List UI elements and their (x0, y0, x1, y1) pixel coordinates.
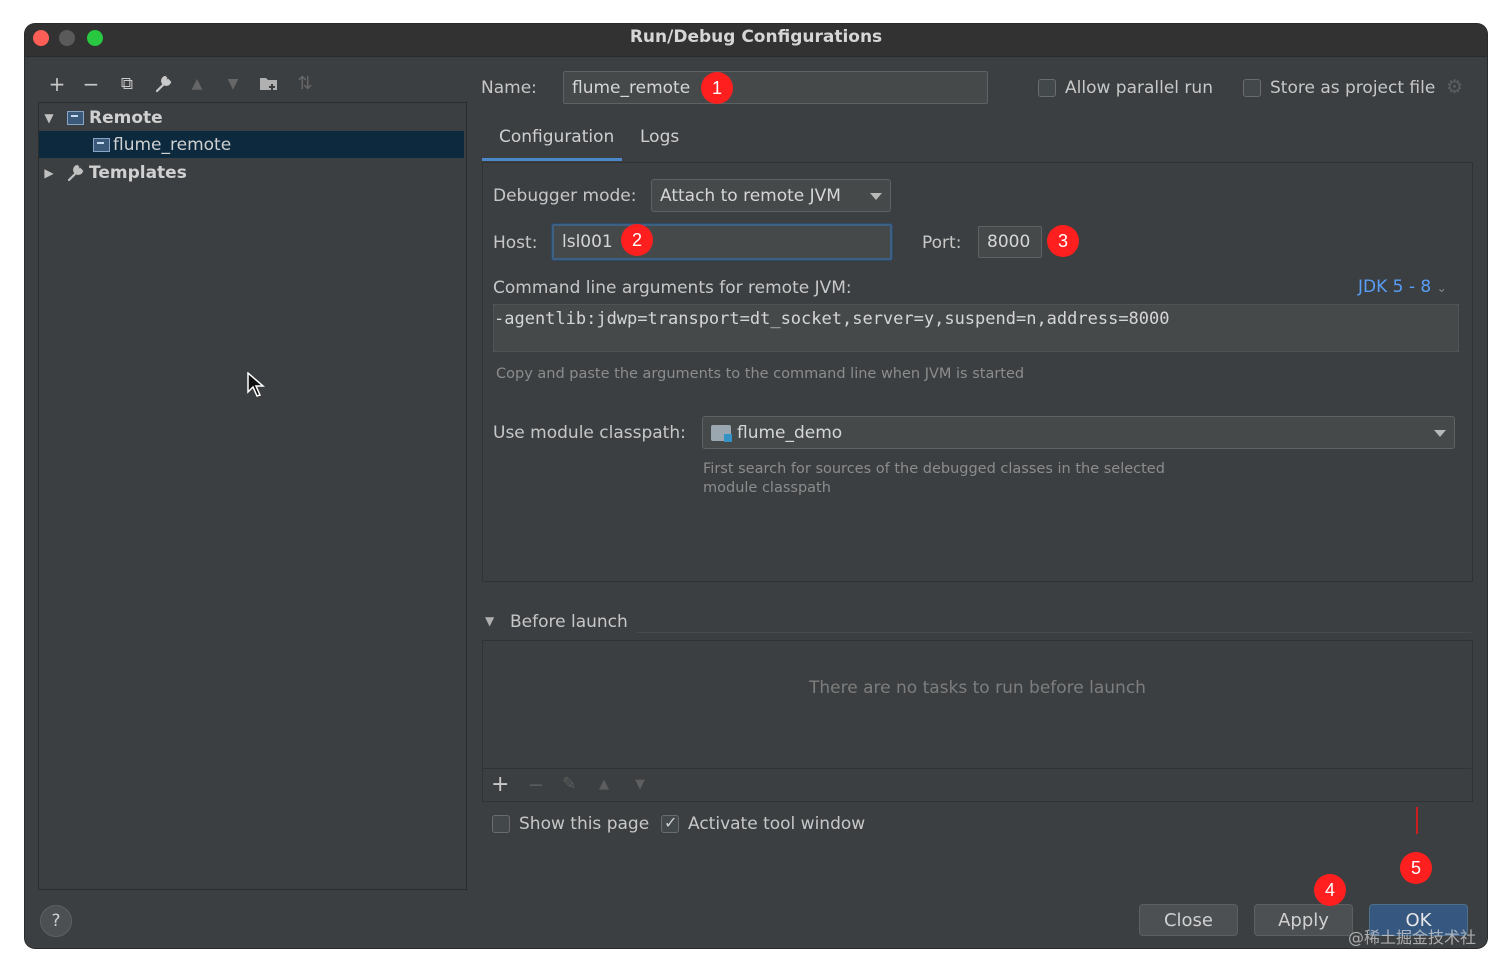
tree-node-flume-remote[interactable]: flume_remote (39, 131, 464, 158)
before-launch-empty-text: There are no tasks to run before launch (809, 678, 1146, 698)
copy-icon[interactable]: ⧉ (115, 72, 139, 96)
title-bar: Run/Debug Configurations (25, 24, 1487, 57)
config-tree: ▼ Remote flume_remote ▶ Templates (38, 102, 467, 890)
debugger-mode-label: Debugger mode: (493, 186, 637, 206)
tree-node-label: Remote (89, 107, 163, 128)
close-button[interactable]: Close (1139, 904, 1238, 936)
move-down-icon[interactable]: ▼ (221, 72, 245, 96)
active-tab-indicator (482, 158, 622, 161)
jdk-version-select[interactable]: JDK 5 - 8 ⌄ (1358, 277, 1447, 297)
module-classpath-select[interactable]: flume_demo (702, 416, 1455, 449)
watermark: @稀土掘金技术社区 (1348, 928, 1477, 947)
remove-task-icon[interactable]: − (528, 774, 544, 796)
module-classpath-label: Use module classpath: (493, 423, 686, 443)
remote-icon (91, 136, 111, 154)
annotation-line (1416, 807, 1418, 834)
wrench-icon[interactable] (151, 72, 175, 96)
divider (637, 632, 1471, 633)
cmd-args-hint: Copy and paste the arguments to the comm… (496, 366, 1025, 382)
port-label: Port: (922, 233, 962, 253)
before-launch-title[interactable]: Before launch (510, 612, 628, 632)
debugger-mode-select[interactable]: Attach to remote JVM (651, 179, 891, 212)
show-page-label: Show this page (519, 814, 650, 834)
annotation-badge-5: 5 (1400, 852, 1432, 884)
tree-node-label: flume_remote (113, 134, 232, 155)
name-label: Name: (481, 78, 537, 98)
expand-arrow-icon[interactable]: ▼ (39, 111, 59, 125)
divider (482, 768, 1471, 769)
store-project-file-checkbox[interactable] (1243, 79, 1261, 97)
cmd-args-field[interactable]: -agentlib:jdwp=transport=dt_socket,serve… (493, 304, 1459, 352)
add-icon[interactable]: + (45, 72, 69, 96)
annotation-badge-2: 2 (621, 224, 653, 256)
activate-tool-window-checkbox[interactable] (661, 813, 679, 833)
tree-node-templates[interactable]: ▶ Templates (39, 159, 464, 186)
jdk-version-label: JDK 5 - 8 (1358, 277, 1432, 297)
debugger-mode-value: Attach to remote JVM (660, 185, 841, 206)
new-folder-icon[interactable] (257, 72, 281, 96)
chevron-down-icon: ⌄ (1436, 281, 1447, 295)
chevron-down-icon (870, 192, 882, 200)
tree-node-remote[interactable]: ▼ Remote (39, 104, 464, 131)
window-title: Run/Debug Configurations (629, 27, 883, 47)
before-launch-collapse-icon[interactable]: ▼ (485, 614, 494, 628)
tree-node-label: Templates (89, 162, 187, 183)
allow-parallel-label: Allow parallel run (1065, 78, 1213, 98)
annotation-badge-3: 3 (1047, 225, 1079, 257)
module-hint-line-1: First search for sources of the debugged… (703, 461, 1165, 477)
move-task-up-icon[interactable]: ▲ (599, 777, 609, 792)
sort-icon[interactable]: ⇅ (293, 72, 317, 96)
before-launch-panel (482, 640, 1473, 802)
help-button[interactable]: ? (40, 905, 72, 937)
annotation-badge-4: 4 (1314, 874, 1346, 906)
module-hint-line-2: module classpath (703, 480, 831, 496)
edit-task-icon[interactable]: ✎ (562, 774, 576, 794)
collapse-arrow-icon[interactable]: ▶ (39, 166, 59, 180)
name-field[interactable]: flume_remote (563, 71, 988, 104)
move-up-icon[interactable]: ▲ (185, 72, 209, 96)
annotation-badge-1: 1 (701, 72, 733, 104)
cmd-args-label: Command line arguments for remote JVM: (493, 278, 852, 298)
apply-button[interactable]: Apply (1254, 904, 1353, 936)
store-project-file-label: Store as project file (1270, 78, 1436, 98)
remove-icon[interactable]: − (79, 72, 103, 96)
run-debug-dialog: Run/Debug Configurations + − ⧉ ▲ ▼ ⇅ ▼ R… (25, 24, 1487, 948)
tab-configuration[interactable]: Configuration (499, 127, 614, 147)
show-page-checkbox[interactable] (492, 815, 510, 833)
module-classpath-value: flume_demo (737, 422, 843, 443)
gear-icon[interactable]: ⚙ (1446, 76, 1463, 98)
host-label: Host: (493, 233, 538, 253)
module-folder-icon (711, 424, 732, 442)
add-task-icon[interactable]: + (491, 772, 509, 797)
chevron-down-icon (1434, 429, 1446, 437)
move-task-down-icon[interactable]: ▼ (635, 777, 645, 792)
activate-tool-window-label: Activate tool window (688, 814, 866, 834)
port-field[interactable]: 8000 (978, 226, 1042, 258)
mouse-cursor-icon (247, 372, 265, 397)
remote-icon (65, 109, 85, 127)
tab-logs[interactable]: Logs (640, 127, 679, 147)
host-field[interactable]: lsl001 (552, 224, 892, 260)
wrench-icon (65, 164, 85, 182)
allow-parallel-checkbox[interactable] (1038, 79, 1056, 97)
